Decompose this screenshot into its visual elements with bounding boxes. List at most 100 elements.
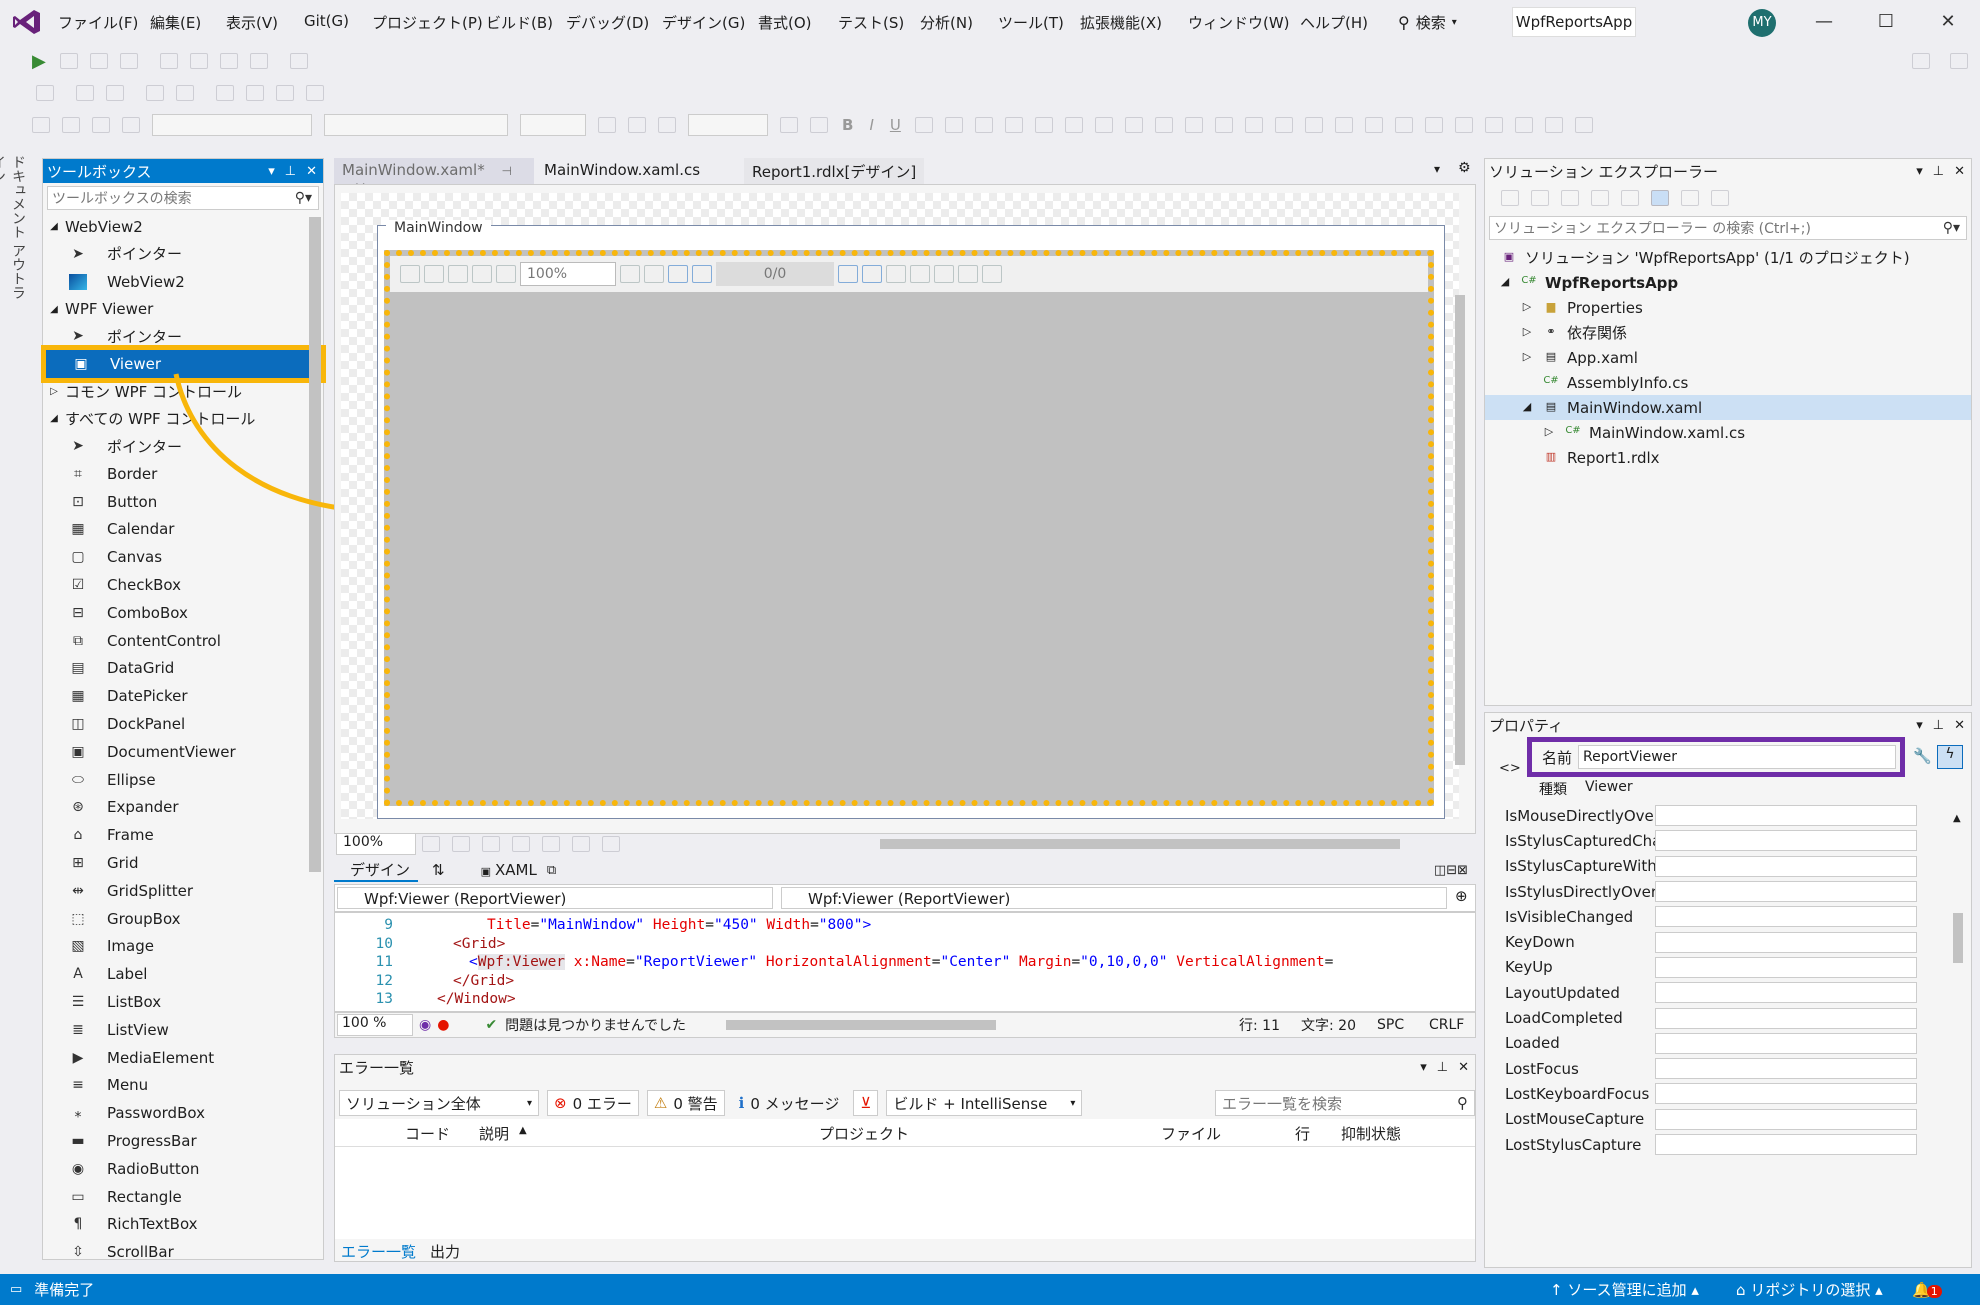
size-to-grid-icon[interactable] <box>1394 117 1413 133</box>
tree-project[interactable]: ◢ C# WpfReportsApp <box>1485 270 1971 295</box>
toolbox-item-menu[interactable]: ≡ Menu <box>43 1072 323 1100</box>
event-handler-input[interactable] <box>1655 931 1917 953</box>
event-handler-input[interactable] <box>1655 1058 1917 1080</box>
menu-view[interactable]: 表示(V) <box>226 12 278 33</box>
xaml-code-editor[interactable]: 9 Title="MainWindow" Height="450" Width="… <box>334 912 1476 1012</box>
pin-icon[interactable]: ⊥ <box>1933 164 1944 179</box>
center-vertically-icon[interactable] <box>1514 117 1533 133</box>
event-handler-input[interactable] <box>1655 982 1917 1004</box>
code-zoom-select[interactable]: 100 % <box>337 1014 413 1036</box>
font-style-combo[interactable] <box>324 114 508 136</box>
build-filter-select[interactable]: ビルド + IntelliSense ▾ <box>886 1090 1083 1116</box>
toolbox-item-gridsplitter[interactable]: ⇹ GridSplitter <box>43 877 323 905</box>
menu-help[interactable]: ヘルプ(H) <box>1300 12 1368 33</box>
hot-reload-icon[interactable] <box>289 53 308 69</box>
page-number-input[interactable]: 0/0 <box>716 262 834 286</box>
scroll-thumb[interactable] <box>1953 913 1963 963</box>
layout-icon[interactable] <box>32 117 50 133</box>
menu-tools[interactable]: ツール(T) <box>998 12 1064 33</box>
event-handler-input[interactable] <box>1655 855 1917 877</box>
menu-debug[interactable]: デバッグ(D) <box>566 12 649 33</box>
toolbox-item-combobox[interactable]: ⊟ ComboBox <box>43 599 323 627</box>
toolbox-item-dockpanel[interactable]: ◫ DockPanel <box>43 710 323 738</box>
column-line[interactable]: 行 <box>1295 1123 1310 1144</box>
align-right-icon[interactable] <box>974 117 993 133</box>
snap-grid-icon[interactable] <box>512 836 530 852</box>
column-code[interactable]: コード <box>405 1123 450 1144</box>
menu-extensions[interactable]: 拡張機能(X) <box>1080 12 1162 33</box>
warnings-filter-button[interactable]: ⚠ 0 警告 <box>646 1090 725 1116</box>
menu-file[interactable]: ファイル(F) <box>58 12 138 33</box>
close-icon[interactable]: ✕ <box>1954 718 1965 733</box>
toolbox-item-grid[interactable]: ⊞ Grid <box>43 849 323 877</box>
align-middles-icon[interactable] <box>1244 117 1263 133</box>
designer-zoom-select[interactable]: 100% <box>336 833 416 855</box>
toolbox-item-checkbox[interactable]: ☑ CheckBox <box>43 571 323 599</box>
maximize-button[interactable]: ☐ <box>1874 10 1898 34</box>
error-icon[interactable]: ● <box>437 1017 449 1033</box>
tree-item-properties[interactable]: ▷ ▆ Properties <box>1485 295 1971 320</box>
prev-page-icon[interactable] <box>692 265 712 283</box>
toolbox-item-richtextbox[interactable]: ¶ RichTextBox <box>43 1211 323 1239</box>
element-select-right[interactable]: Wpf:Viewer (ReportViewer) <box>781 887 1447 909</box>
grid-icon[interactable] <box>482 836 500 852</box>
hscrollbar[interactable] <box>880 839 1400 849</box>
clear-bookmarks-icon[interactable] <box>306 85 324 101</box>
forward-icon[interactable] <box>910 265 930 283</box>
properties-wrench-icon[interactable] <box>1681 190 1699 206</box>
tab-mainwindow-xaml[interactable]: MainWindow.xaml* ⊣ ✕ <box>334 158 534 197</box>
menu-edit[interactable]: 編集(E) <box>150 12 201 33</box>
make-same-width-icon[interactable] <box>1304 117 1323 133</box>
close-icon[interactable]: ✕ <box>1458 1060 1469 1075</box>
back-icon[interactable] <box>886 265 906 283</box>
align-tops-icon[interactable] <box>1214 117 1233 133</box>
show-all-files-icon[interactable] <box>1621 190 1639 206</box>
events-lightning-icon[interactable]: ϟ <box>1937 745 1963 769</box>
last-page-icon[interactable] <box>862 265 882 283</box>
close-icon[interactable]: ✕ <box>1954 164 1965 179</box>
pin-icon[interactable]: ⊥ <box>1933 718 1944 733</box>
outdent-icon[interactable] <box>146 85 164 101</box>
tab-mainwindow-xaml-cs[interactable]: MainWindow.xaml.cs <box>536 158 708 184</box>
collapse-all-icon[interactable] <box>1591 190 1609 206</box>
popout-icon[interactable]: ⧉ <box>547 863 556 878</box>
menu-test[interactable]: テスト(S) <box>838 12 904 33</box>
event-handler-input[interactable] <box>1655 881 1917 903</box>
event-handler-input[interactable] <box>1655 1083 1917 1105</box>
next-page-icon[interactable] <box>838 265 858 283</box>
menu-design[interactable]: デザイン(G) <box>662 12 745 33</box>
tree-item-report1-rdlx[interactable]: ▥ Report1.rdlx <box>1485 445 1971 470</box>
toolbox-item-listview[interactable]: ≣ ListView <box>43 1016 323 1044</box>
toolbox-item-frame[interactable]: ⌂ Frame <box>43 821 323 849</box>
column-suppression[interactable]: 抑制状態 <box>1341 1123 1401 1144</box>
pin-icon[interactable]: ⊣ <box>501 164 511 178</box>
toolbox-item-mediaelement[interactable]: ▶ MediaElement <box>43 1044 323 1072</box>
select-icon[interactable] <box>982 265 1002 283</box>
toolbox-scrollbar[interactable] <box>309 217 321 872</box>
live-share-icon[interactable] <box>1912 53 1930 69</box>
toolbox-group-wpf-viewer[interactable]: ◢ WPF Viewer <box>43 296 323 323</box>
prev-bookmark-icon[interactable] <box>246 85 264 101</box>
name-input[interactable]: ReportViewer <box>1578 745 1897 769</box>
dropdown-icon[interactable]: ▾ <box>1420 1060 1427 1075</box>
indent-icon[interactable] <box>176 85 194 101</box>
menu-window[interactable]: ウィンドウ(W) <box>1188 12 1290 33</box>
repository-button[interactable]: ⌂ リポジトリの選択 ▴ <box>1736 1279 1883 1300</box>
notifications-button[interactable]: 🔔1 <box>1912 1281 1942 1299</box>
global-search[interactable]: ⚲ 検索 ▾ <box>1398 9 1457 35</box>
toolbox-item-passwordbox[interactable]: ⁎ PasswordBox <box>43 1099 323 1127</box>
event-handler-input[interactable] <box>1655 1032 1917 1054</box>
split-icon[interactable]: ⊕ <box>1455 887 1468 905</box>
designer-scrollbar[interactable] <box>1455 295 1465 765</box>
send-to-back-icon[interactable] <box>1574 117 1593 133</box>
tree-solution[interactable]: ▣ ソリューション 'WpfReportsApp' (1/1 のプロジェクト) <box>1485 245 1971 270</box>
start-icon[interactable]: ▶ <box>32 51 46 72</box>
menu-project[interactable]: プロジェクト(P) <box>372 12 483 33</box>
toolbox-item-canvas[interactable]: ▢ Canvas <box>43 543 323 571</box>
pause-icon[interactable] <box>59 53 78 69</box>
stop-icon[interactable] <box>89 53 108 69</box>
toolbox-item-pointer[interactable]: ➤ ポインター <box>43 240 323 268</box>
tab-report1-rdlx[interactable]: Report1.rdlx[デザイン] <box>744 158 925 184</box>
avatar[interactable]: MY <box>1748 9 1776 37</box>
column-file[interactable]: ファイル <box>1161 1123 1221 1144</box>
